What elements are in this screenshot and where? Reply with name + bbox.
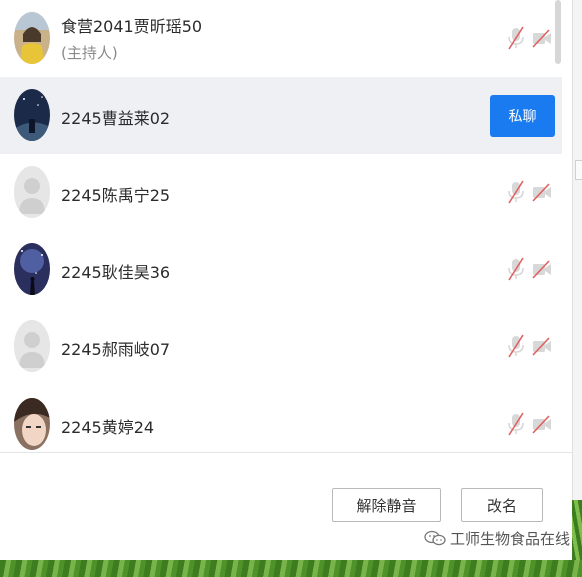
participant-row[interactable]: 2245耿佳昊36: [0, 231, 562, 308]
participant-row[interactable]: 2245郝雨岐07: [0, 308, 562, 385]
participant-name: 2245郝雨岐07: [61, 340, 171, 359]
camera-off-icon[interactable]: [532, 180, 552, 204]
participants-panel: 食营2041贾昕瑶50 (主持人) 2245曹益莱02 私聊 2245陈禹宁25…: [0, 0, 573, 560]
list-scrollbar[interactable]: [555, 0, 561, 64]
avatar: [14, 166, 50, 218]
camera-off-icon[interactable]: [532, 412, 552, 436]
avatar: [14, 12, 50, 64]
avatar: [14, 320, 50, 372]
participant-row[interactable]: 2245陈禹宁25: [0, 154, 562, 231]
avatar: [14, 89, 50, 141]
footer-divider: [0, 452, 572, 453]
mic-muted-icon[interactable]: [506, 334, 526, 358]
watermark-text: 工师生物食品在线: [450, 529, 571, 548]
participant-name: 2245陈禹宁25: [61, 186, 171, 205]
host-label: (主持人): [61, 44, 118, 62]
mic-muted-icon[interactable]: [506, 412, 526, 436]
participant-list[interactable]: 食营2041贾昕瑶50 (主持人) 2245曹益莱02 私聊 2245陈禹宁25…: [0, 0, 562, 452]
camera-off-icon[interactable]: [532, 257, 552, 281]
participant-row[interactable]: 食营2041贾昕瑶50 (主持人): [0, 0, 562, 77]
participant-name: 2245耿佳昊36: [61, 263, 171, 282]
unmute-all-button[interactable]: 解除静音: [332, 488, 441, 522]
watermark: 工师生物食品在线: [424, 526, 570, 550]
participant-name: 食营2041贾昕瑶50: [61, 17, 203, 36]
participant-name: 2245曹益莱02: [61, 109, 171, 128]
mic-muted-icon[interactable]: [506, 26, 526, 50]
rename-button[interactable]: 改名: [461, 488, 543, 522]
camera-off-icon[interactable]: [532, 334, 552, 358]
participant-row[interactable]: 2245黄婷24: [0, 385, 562, 452]
mic-muted-icon[interactable]: [506, 257, 526, 281]
resize-handle[interactable]: [575, 160, 582, 180]
avatar: [14, 243, 50, 295]
participant-name: 2245黄婷24: [61, 418, 155, 437]
wechat-icon: [424, 530, 446, 546]
window-edge: [572, 0, 582, 500]
participant-row[interactable]: 2245曹益莱02 私聊: [0, 77, 562, 154]
desktop-wallpaper: [0, 560, 582, 577]
mic-muted-icon[interactable]: [506, 180, 526, 204]
camera-off-icon[interactable]: [532, 26, 552, 50]
avatar: [14, 398, 50, 450]
private-chat-button[interactable]: 私聊: [490, 95, 555, 137]
desktop-wallpaper-right: [572, 500, 582, 560]
